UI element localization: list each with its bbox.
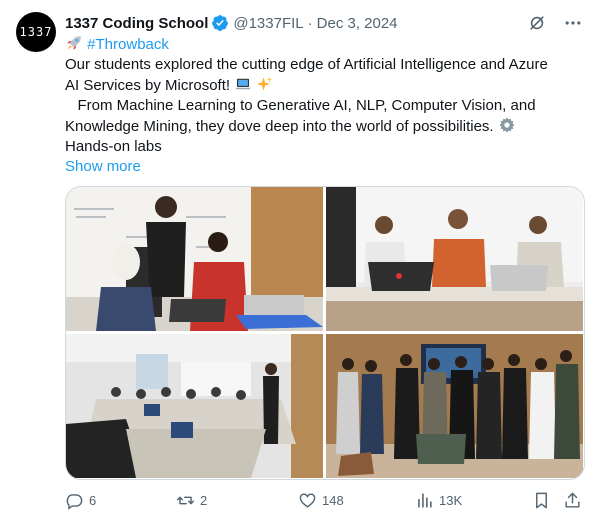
bookmark-button[interactable] — [532, 488, 551, 512]
repost-icon — [176, 496, 195, 504]
rocket-emoji — [67, 36, 81, 50]
like-button[interactable]: 148 — [298, 488, 344, 512]
repost-count: 2 — [200, 492, 208, 508]
tweet-line: Hands-on labs — [65, 138, 162, 155]
tweet-line: Our students explored the cutting edge o… — [65, 56, 548, 73]
tweet-line-text: AI Services by Microsoft! — [65, 77, 231, 94]
photo-classroom-presenter — [66, 334, 323, 478]
share-icon — [565, 492, 580, 508]
tweet-actions: 6 2 148 13K — [65, 488, 584, 512]
media-photo-1[interactable] — [66, 187, 323, 331]
gear-emoji — [499, 117, 515, 133]
tweet-header: 1337 Coding School @1337FIL · Dec 3, 202… — [65, 12, 583, 34]
views-button[interactable]: 13K — [415, 488, 462, 512]
media-grid — [65, 186, 585, 480]
avatar[interactable]: 1337 — [16, 12, 56, 52]
hashtag-link[interactable]: #Throwback — [87, 36, 169, 53]
tweet-text: #Throwback Our students explored the cut… — [65, 34, 585, 177]
views-count: 13K — [439, 492, 463, 508]
grok-icon[interactable] — [527, 13, 547, 33]
sparkles-emoji — [257, 76, 273, 91]
reply-count: 6 — [89, 492, 97, 508]
media-photo-4[interactable] — [326, 334, 583, 478]
views-chart-icon — [418, 492, 432, 508]
tweet-line-hashtag: #Throwback — [65, 34, 585, 55]
tweet-line: From Machine Learning to Generative AI, … — [65, 97, 536, 114]
reply-button[interactable]: 6 — [65, 488, 96, 512]
media-photo-2[interactable] — [326, 187, 583, 331]
more-options-icon[interactable] — [563, 13, 583, 33]
author-handle[interactable]: @1337FIL — [233, 15, 303, 32]
photo-students-table — [326, 187, 583, 331]
media-photo-3[interactable] — [66, 334, 323, 478]
photo-group — [326, 334, 583, 478]
reply-icon — [66, 493, 83, 510]
tweet-line-text: Knowledge Mining, they dove deep into th… — [65, 118, 494, 135]
heart-icon — [299, 492, 316, 508]
tweet-line: Knowledge Mining, they dove deep into th… — [65, 116, 585, 137]
separator-dot: · — [307, 14, 313, 32]
tweet-line: AI Services by Microsoft! — [65, 75, 585, 96]
like-count: 148 — [322, 492, 344, 508]
verified-badge-icon — [212, 15, 229, 31]
photo-students-whiteboard — [66, 187, 323, 331]
bookmark-icon — [536, 492, 547, 508]
repost-button[interactable]: 2 — [176, 488, 207, 512]
laptop-emoji — [235, 78, 251, 90]
share-button[interactable] — [563, 488, 582, 512]
tweet-date[interactable]: Dec 3, 2024 — [317, 15, 398, 32]
avatar-text: 1337 — [19, 25, 53, 39]
author-name[interactable]: 1337 Coding School — [65, 15, 208, 32]
show-more-link[interactable]: Show more — [65, 157, 585, 177]
